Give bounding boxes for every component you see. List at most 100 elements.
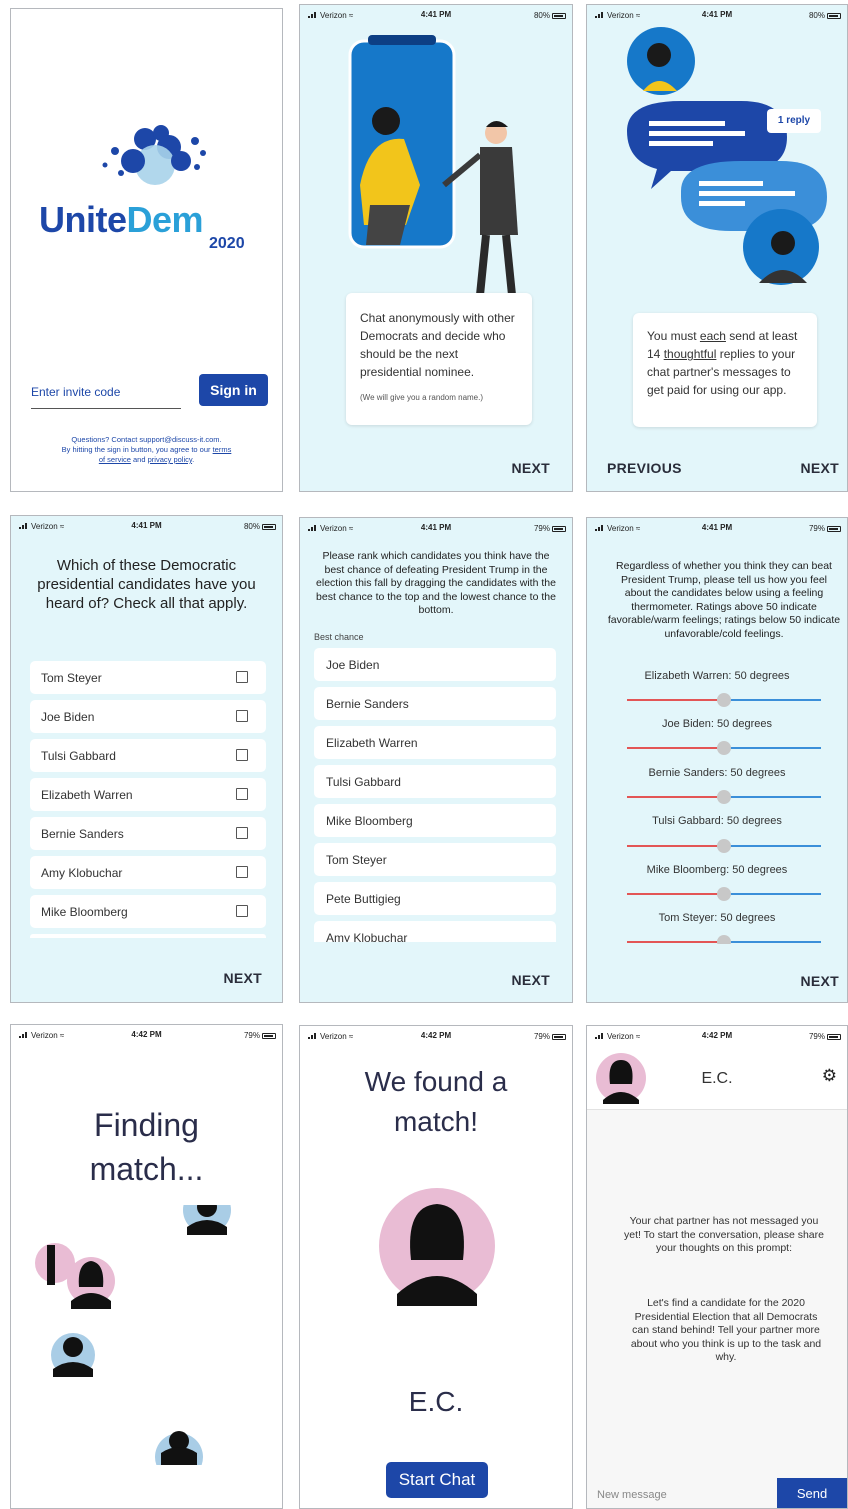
next-button[interactable]: NEXT bbox=[223, 970, 262, 986]
previous-button[interactable]: PREVIOUS bbox=[607, 460, 682, 476]
battery-icon bbox=[552, 1033, 566, 1040]
slider-knob[interactable] bbox=[717, 693, 731, 707]
candidate-row[interactable]: Bernie Sanders bbox=[30, 817, 266, 850]
clock: 4:41 PM bbox=[131, 521, 162, 530]
privacy-link[interactable]: privacy policy bbox=[148, 455, 192, 464]
rank-screen: Verizon ≈ 4:41 PM 79% Please rank which … bbox=[299, 517, 573, 1003]
gear-icon[interactable]: ⚙ bbox=[822, 1066, 837, 1086]
agree-text: By hitting the sign in button, you agree… bbox=[61, 445, 213, 454]
checkbox[interactable] bbox=[236, 827, 248, 839]
checkbox[interactable] bbox=[236, 905, 248, 917]
payment-terms-text: You must each send at least 14 thoughtfu… bbox=[647, 327, 803, 399]
battery-percent: 80% bbox=[243, 522, 260, 531]
clock: 4:42 PM bbox=[420, 1031, 452, 1040]
candidate-name: Joe Biden bbox=[41, 710, 95, 724]
candidate-name: Mike Bloomberg bbox=[41, 905, 128, 919]
thermometer-slider[interactable] bbox=[627, 741, 821, 755]
thermometer-slider[interactable] bbox=[627, 693, 821, 707]
match-line-2: match! bbox=[393, 1106, 479, 1137]
chat-header: E.C. ⚙ bbox=[587, 1044, 847, 1110]
slider-knob[interactable] bbox=[717, 839, 731, 853]
candidate-name: Amy Klobuchar bbox=[41, 866, 123, 880]
status-bar: Verizon ≈ 4:41 PM 80% bbox=[11, 516, 282, 534]
status-bar: Verizon ≈ 4:42 PM 79% bbox=[300, 1026, 572, 1044]
best-chance-label: Best chance bbox=[314, 632, 364, 642]
candidate-name: Tulsi Gabbard bbox=[41, 749, 116, 763]
battery-percent: 79% bbox=[533, 524, 550, 533]
clock: 4:42 PM bbox=[131, 1030, 162, 1039]
clock: 4:41 PM bbox=[420, 523, 452, 532]
next-button[interactable]: NEXT bbox=[800, 973, 839, 989]
battery-icon bbox=[552, 525, 566, 532]
rank-item[interactable]: Tulsi Gabbard bbox=[314, 765, 556, 798]
terms-link-2[interactable]: of service bbox=[99, 455, 131, 464]
rank-item[interactable]: Joe Biden bbox=[314, 648, 556, 681]
heard-question: Which of these Democratic presidential c… bbox=[37, 557, 256, 612]
unitedem-logo-bubbles bbox=[102, 125, 206, 185]
period: . bbox=[192, 455, 195, 464]
battery-percent: 79% bbox=[533, 1032, 550, 1041]
start-chat-button[interactable]: Start Chat bbox=[386, 1462, 488, 1498]
battery-percent: 80% bbox=[533, 11, 550, 20]
onboarding-text-card: You must each send at least 14 thoughtfu… bbox=[633, 313, 817, 427]
chat-prompt-intro: Your chat partner has not messaged you y… bbox=[623, 1215, 824, 1254]
slider-knob[interactable] bbox=[717, 790, 731, 804]
battery-icon bbox=[827, 1033, 841, 1040]
slider-knob[interactable] bbox=[717, 741, 731, 755]
thermometer-slider[interactable] bbox=[627, 790, 821, 804]
candidate-row[interactable]: Tulsi Gabbard bbox=[30, 739, 266, 772]
match-title: We found a match! bbox=[300, 1062, 572, 1142]
candidate-row[interactable]: Elizabeth Warren bbox=[30, 778, 266, 811]
slider-knob[interactable] bbox=[717, 887, 731, 901]
status-bar: Verizon ≈ 4:41 PM 79% bbox=[300, 518, 572, 536]
login-footer: Questions? Contact support@discuss-it.co… bbox=[25, 435, 268, 465]
send-button[interactable]: Send bbox=[777, 1478, 847, 1508]
rank-item[interactable]: Bernie Sanders bbox=[314, 687, 556, 720]
rank-item[interactable]: Mike Bloomberg bbox=[314, 804, 556, 837]
checkbox[interactable] bbox=[236, 710, 248, 722]
rank-item[interactable]: Amy Klobuchar bbox=[314, 921, 556, 942]
finding-title: Finding match... bbox=[11, 1103, 282, 1191]
candidate-row[interactable]: Tom Steyer bbox=[30, 661, 266, 694]
checkbox[interactable] bbox=[236, 749, 248, 761]
candidate-row[interactable]: Mike Bloomberg bbox=[30, 895, 266, 928]
onboarding-screen-2: Verizon ≈ 4:41 PM 80% 1 reply You must e… bbox=[586, 4, 848, 492]
thermometer-slider[interactable] bbox=[627, 839, 821, 853]
list-scroll-edge bbox=[30, 934, 266, 938]
thermometer-label: Mike Bloomberg: 50 degrees bbox=[646, 864, 788, 876]
message-placeholder: New message bbox=[597, 1489, 667, 1501]
next-button[interactable]: NEXT bbox=[511, 460, 550, 476]
checkbox[interactable] bbox=[236, 671, 248, 683]
status-bar: Verizon ≈ 4:42 PM 79% bbox=[11, 1025, 282, 1043]
thermometer-slider[interactable] bbox=[627, 935, 821, 944]
clock: 4:41 PM bbox=[420, 10, 452, 19]
checkbox[interactable] bbox=[236, 788, 248, 800]
slider-knob[interactable] bbox=[717, 935, 731, 944]
next-button[interactable]: NEXT bbox=[800, 460, 839, 476]
random-name-note: (We will give you a random name.) bbox=[360, 393, 484, 402]
match-found-screen: Verizon ≈ 4:42 PM 79% We found a match! … bbox=[299, 1025, 573, 1509]
rank-item[interactable]: Pete Buttigieg bbox=[314, 882, 556, 915]
chat-screen: Verizon ≈ 4:42 PM 79% E.C. ⚙ Your chat p… bbox=[586, 1025, 848, 1509]
thermometer-slider[interactable] bbox=[627, 887, 821, 901]
thermometer-label: Joe Biden: 50 degrees bbox=[661, 718, 773, 730]
login-screen: UniteDem 2020 Enter invite code Sign in … bbox=[10, 8, 283, 492]
next-button[interactable]: NEXT bbox=[511, 972, 550, 988]
chat-prompt-question: Let's find a candidate for the 2020 Pres… bbox=[630, 1297, 822, 1363]
rank-item[interactable]: Tom Steyer bbox=[314, 843, 556, 876]
thoughtful-underlined: thoughtful bbox=[663, 347, 717, 361]
terms-link[interactable]: terms bbox=[213, 445, 232, 454]
terms-part-1: You must bbox=[647, 329, 700, 343]
sign-in-button[interactable]: Sign in bbox=[199, 374, 268, 406]
and-text: and bbox=[130, 455, 148, 464]
floating-avatars bbox=[35, 1205, 231, 1465]
invite-code-input[interactable]: Enter invite code bbox=[31, 379, 181, 409]
message-input[interactable]: New message bbox=[587, 1478, 777, 1508]
checkbox[interactable] bbox=[236, 866, 248, 878]
thermometer-label: Tom Steyer: 50 degrees bbox=[658, 912, 776, 924]
status-bar: Verizon ≈ 4:41 PM 80% bbox=[300, 5, 572, 23]
battery-icon bbox=[552, 12, 566, 19]
candidate-row[interactable]: Joe Biden bbox=[30, 700, 266, 733]
candidate-row[interactable]: Amy Klobuchar bbox=[30, 856, 266, 889]
rank-item[interactable]: Elizabeth Warren bbox=[314, 726, 556, 759]
